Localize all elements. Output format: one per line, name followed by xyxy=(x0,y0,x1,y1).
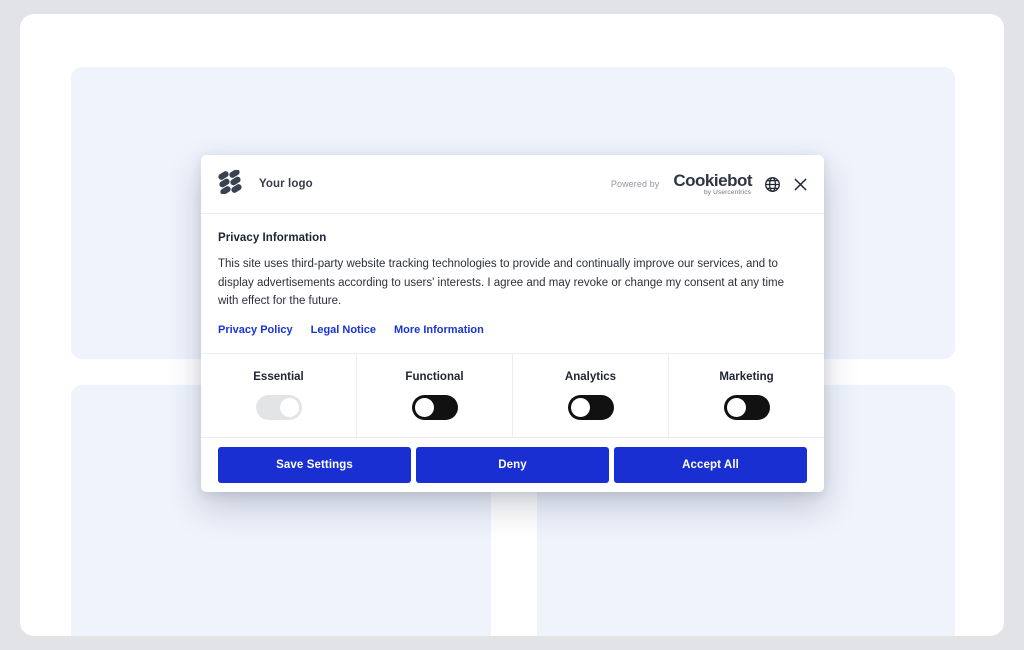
toggle-knob xyxy=(279,397,299,417)
privacy-information-title: Privacy Information xyxy=(218,232,327,244)
toggle-marketing[interactable] xyxy=(723,394,770,420)
brand-name: Your logo xyxy=(259,178,313,190)
privacy-information-text: This site uses third-party website track… xyxy=(218,258,784,308)
toggle-analytics[interactable] xyxy=(567,394,614,420)
category-essential: Essential xyxy=(201,353,357,437)
category-label: Functional xyxy=(405,370,464,383)
consent-category-row: Essential Functional Analytics Marketing xyxy=(201,353,824,438)
privacy-policy-link[interactable]: Privacy Policy xyxy=(218,324,293,336)
cookie-consent-dialog: Your logo Powered by Cookiebot by Userce… xyxy=(201,155,824,492)
category-functional: Functional xyxy=(357,353,513,437)
policy-link-row: Privacy Policy Legal Notice More Informa… xyxy=(218,324,807,336)
legal-notice-link[interactable]: Legal Notice xyxy=(311,324,376,336)
dialog-action-row: Save Settings Deny Accept All xyxy=(201,438,824,492)
deny-button[interactable]: Deny xyxy=(416,446,609,483)
toggle-functional[interactable] xyxy=(411,394,458,420)
category-analytics: Analytics xyxy=(513,353,669,437)
category-label: Essential xyxy=(253,370,304,383)
brand-area: Your logo xyxy=(218,168,313,199)
category-label: Analytics xyxy=(564,370,617,383)
dialog-header: Your logo Powered by Cookiebot by Userce… xyxy=(201,155,824,214)
toggle-knob xyxy=(414,397,434,417)
powered-by-label: Powered by xyxy=(610,179,660,189)
save-settings-button[interactable]: Save Settings xyxy=(218,446,411,483)
globe-icon[interactable] xyxy=(764,176,781,193)
dialog-body: Privacy Information This site uses third… xyxy=(201,214,824,354)
toggle-knob xyxy=(570,397,590,417)
dots-grid-logo-icon xyxy=(218,168,248,199)
cookiebot-subtitle: by Usercentrics xyxy=(703,188,751,196)
more-information-link[interactable]: More Information xyxy=(394,324,484,336)
category-label: Marketing xyxy=(719,370,774,383)
cookiebot-logo: Cookiebot by Usercentrics xyxy=(673,172,752,197)
accept-all-button[interactable]: Accept All xyxy=(614,446,807,483)
toggle-essential xyxy=(255,394,302,420)
toggle-knob xyxy=(726,397,746,417)
cookiebot-wordmark: Cookiebot xyxy=(673,170,752,190)
header-right-group: Powered by Cookiebot by Usercentrics xyxy=(611,172,808,197)
category-marketing: Marketing xyxy=(669,354,824,437)
close-icon[interactable] xyxy=(793,177,808,192)
